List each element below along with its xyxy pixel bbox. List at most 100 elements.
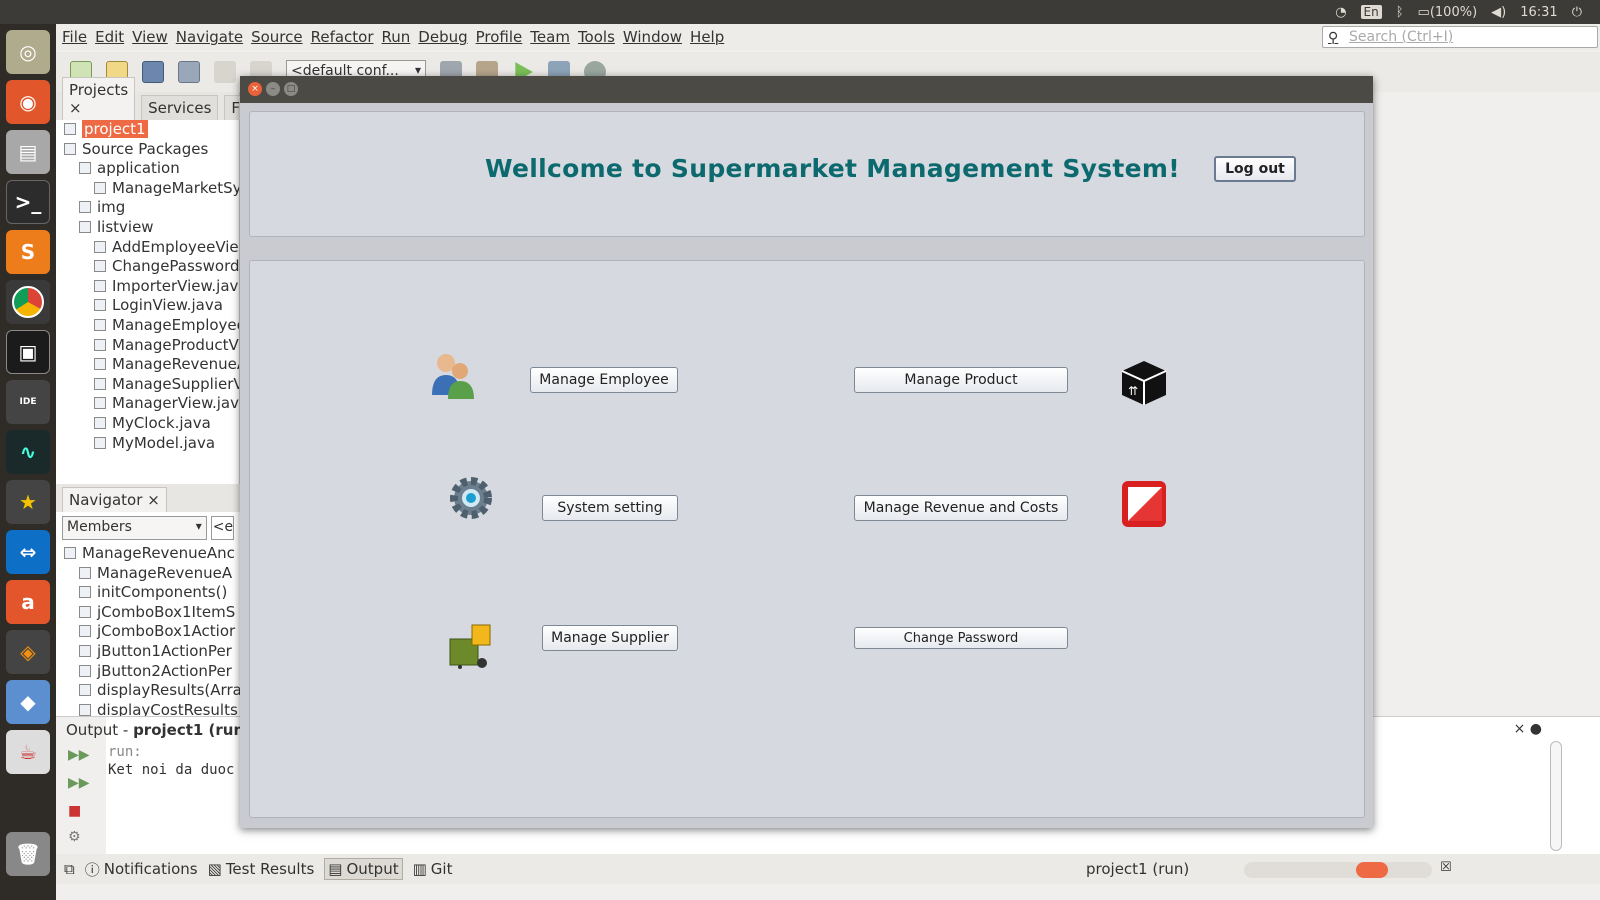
navigator-filter-combo[interactable]: <er (210, 516, 234, 540)
chrome-icon[interactable] (6, 280, 50, 324)
star-app-icon[interactable]: ★ (6, 480, 50, 524)
project-tree-node[interactable]: LoginView.java (56, 296, 239, 316)
window-maximize-icon[interactable]: □ (284, 82, 298, 96)
terminal-icon[interactable]: >_ (6, 180, 50, 224)
close-output-icon[interactable]: × ● (1514, 721, 1542, 737)
notifications-tab[interactable]: ⓘ Notifications (85, 859, 198, 880)
close-icon[interactable]: × (147, 491, 160, 509)
undo-icon[interactable] (214, 61, 236, 83)
battery-indicator[interactable]: ▭(100%) (1418, 5, 1478, 20)
rerun-icon[interactable]: ▶▶ (68, 747, 90, 763)
menu-edit[interactable]: Edit (95, 28, 124, 46)
change-password-button[interactable]: Change Password (854, 627, 1068, 649)
navigator-tree-node[interactable]: jButton1ActionPer (56, 642, 240, 662)
project-tree-node[interactable]: ManageMarketSys (56, 179, 239, 199)
git-tab[interactable]: ▥ Git (413, 860, 453, 878)
tv-app-icon[interactable]: ▣ (6, 330, 50, 374)
menu-window[interactable]: Window (623, 28, 682, 46)
ide-search-input[interactable]: ⚲ Search (Ctrl+I) (1322, 26, 1598, 48)
tab-projects[interactable]: Projects × (62, 77, 136, 120)
project-tree-node[interactable]: ImporterView.java (56, 277, 239, 297)
open-project-icon[interactable] (142, 61, 164, 83)
trash-icon[interactable]: 🗑 (6, 832, 50, 876)
navigator-tree-node[interactable]: ManageRevenueA (56, 564, 240, 584)
menu-source[interactable]: Source (251, 28, 303, 46)
tab-navigator[interactable]: Navigator × (62, 487, 167, 512)
navigator-panel: Navigator × Members <er ManageRevenueAnc… (56, 484, 240, 720)
project-tree-node[interactable]: application (56, 159, 239, 179)
tree-node-label: MyModel.java (112, 433, 216, 452)
menu-tools[interactable]: Tools (578, 28, 615, 46)
output-scrollbar[interactable] (1550, 741, 1562, 851)
project-tree-node[interactable]: ManagerView.java (56, 394, 239, 414)
navigator-tree-node[interactable]: ManageRevenueAnc (56, 544, 240, 564)
menu-navigate[interactable]: Navigate (176, 28, 243, 46)
power-icon[interactable]: ⏻ (1572, 5, 1582, 20)
menu-view[interactable]: View (132, 28, 168, 46)
software-center-icon[interactable]: a (6, 580, 50, 624)
window-minimize-icon[interactable]: – (266, 82, 280, 96)
menu-help[interactable]: Help (690, 28, 724, 46)
output-tab[interactable]: ▤ Output (324, 858, 403, 880)
java-ee-ide-icon[interactable]: IDE (6, 380, 50, 424)
project-tree-node[interactable]: ManageEmployeeV (56, 316, 239, 336)
tree-node-icon (79, 566, 91, 579)
menu-run[interactable]: Run (382, 28, 411, 46)
virtualbox-icon[interactable]: ◆ (6, 680, 50, 724)
menu-file[interactable]: File (62, 28, 87, 46)
navigator-tree-node[interactable]: displayResults(Arra (56, 681, 240, 701)
firefox-icon[interactable]: ◉ (6, 80, 50, 124)
navigator-members-combo[interactable]: Members (62, 516, 207, 540)
wifi-icon[interactable]: ◔ (1335, 5, 1346, 20)
navigator-tree-node[interactable]: jComboBox1Actior (56, 622, 240, 642)
navigator-tree-node[interactable]: jButton2ActionPer (56, 662, 240, 682)
settings-icon[interactable]: ⚙ (68, 829, 81, 845)
logout-button[interactable]: Log out (1214, 156, 1296, 182)
project-tree-node[interactable]: project1 (56, 120, 239, 140)
window-titlebar[interactable]: × – □ (240, 76, 1373, 103)
project-tree-node[interactable]: MyClock.java (56, 414, 239, 434)
manage-employee-button[interactable]: Manage Employee (530, 367, 678, 393)
dash-home-icon[interactable]: ◎ (6, 30, 50, 74)
keyboard-layout-indicator[interactable]: En (1360, 5, 1382, 19)
navigator-tree-node[interactable]: initComponents() (56, 583, 240, 603)
files-icon[interactable]: ▤ (6, 130, 50, 174)
manage-supplier-button[interactable]: Manage Supplier (542, 625, 678, 651)
menu-debug[interactable]: Debug (418, 28, 467, 46)
project-tree-node[interactable]: AddEmployeeView (56, 238, 239, 258)
bluetooth-icon[interactable]: ᛒ (1396, 5, 1404, 20)
menu-team[interactable]: Team (530, 28, 570, 46)
close-icon[interactable]: × (69, 99, 82, 117)
project-tree-node[interactable]: Source Packages (56, 140, 239, 160)
volume-icon[interactable]: ◀) (1491, 5, 1506, 20)
stop-icon[interactable]: ■ (68, 803, 81, 819)
output-console[interactable]: run: Ket noi da duoc (108, 743, 234, 779)
save-all-icon[interactable] (178, 61, 200, 83)
project-tree-node[interactable]: ChangePasswordV (56, 257, 239, 277)
cancel-task-icon[interactable]: ☒ (1440, 860, 1452, 875)
project-tree-node[interactable]: MyModel.java (56, 434, 239, 454)
rerun-different-icon[interactable]: ▶▶ (68, 775, 90, 791)
manage-revenue-button[interactable]: Manage Revenue and Costs (854, 495, 1068, 521)
menu-profile[interactable]: Profile (476, 28, 523, 46)
project-tree-node[interactable]: ManageProductVie (56, 336, 239, 356)
tree-node-label: application (97, 159, 180, 178)
java-app-icon[interactable]: ☕ (6, 730, 50, 774)
window-close-icon[interactable]: × (248, 82, 262, 96)
minimize-windows-icon[interactable]: ⧉ (64, 860, 75, 878)
project-tree-node[interactable]: ManageRevenueAr (56, 355, 239, 375)
project-tree-node[interactable]: listview (56, 218, 239, 238)
tab-services[interactable]: Services (141, 95, 219, 120)
menu-refactor[interactable]: Refactor (311, 28, 374, 46)
test-results-tab[interactable]: ▧ Test Results (208, 860, 315, 878)
netbeans-app-icon[interactable]: ◈ (6, 630, 50, 674)
project-tree-node[interactable]: img (56, 198, 239, 218)
system-setting-button[interactable]: System setting (542, 495, 678, 521)
teamviewer-icon[interactable]: ⇔ (6, 530, 50, 574)
clock[interactable]: 16:31 (1520, 5, 1557, 20)
project-tree-node[interactable]: ManageSupplierVie (56, 375, 239, 395)
system-monitor-icon[interactable]: ∿ (6, 430, 50, 474)
sublime-text-icon[interactable]: S (6, 230, 50, 274)
manage-product-button[interactable]: Manage Product (854, 367, 1068, 393)
navigator-tree-node[interactable]: jComboBox1ItemS (56, 603, 240, 623)
